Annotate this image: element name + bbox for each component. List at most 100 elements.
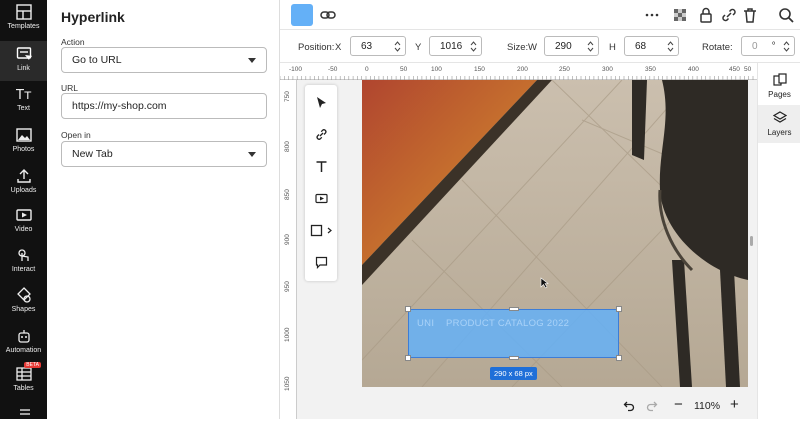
stepper-icon[interactable] (587, 40, 594, 53)
more-options-icon[interactable] (644, 7, 660, 23)
resize-handle-bl[interactable] (405, 355, 411, 361)
undo-icon[interactable] (623, 400, 635, 412)
zoom-in-button[interactable]: + (730, 396, 739, 413)
element-text: UNI PRODUCT CATALOG 2022 (417, 318, 569, 329)
rotate-input[interactable]: 0 ° (741, 36, 795, 56)
templates-icon (15, 4, 32, 20)
pages-icon (772, 73, 787, 86)
resize-handle-bottom[interactable] (509, 356, 519, 360)
transparency-icon[interactable] (672, 7, 688, 23)
open-in-select[interactable]: New Tab (61, 141, 267, 167)
link-icon[interactable] (320, 7, 336, 23)
action-select[interactable]: Go to URL (61, 47, 267, 73)
sidebar-item-uploads[interactable]: Uploads (0, 168, 47, 208)
sidebar-item-templates[interactable]: Templates (0, 4, 47, 44)
pages-button[interactable]: Pages (758, 73, 800, 99)
y-input[interactable]: 1016 (429, 36, 482, 56)
text-tool[interactable] (305, 151, 337, 181)
y-value: 1016 (440, 40, 463, 52)
video-tool[interactable] (305, 183, 337, 213)
position-label: Position: (298, 42, 335, 53)
search-icon[interactable] (778, 7, 794, 23)
comment-tool[interactable] (305, 247, 337, 277)
comment-icon (315, 256, 327, 269)
chevron-right-icon (327, 227, 332, 233)
shape-tool[interactable] (305, 215, 337, 245)
open-in-label: Open in (61, 130, 91, 140)
width-input[interactable]: 290 (544, 36, 599, 56)
ruler-top-label: 250 (559, 66, 570, 73)
lock-icon[interactable] (698, 7, 714, 23)
sidebar-item-more[interactable] (0, 406, 47, 446)
layers-button[interactable]: Layers (758, 105, 800, 143)
canvas-area[interactable]: -100 -50 0 50 100 150 200 250 300 350 40… (280, 63, 757, 419)
link-icon (315, 128, 327, 140)
chevron-down-icon (248, 152, 256, 157)
url-label: URL (61, 83, 79, 93)
zoom-level[interactable]: 110% (694, 400, 720, 412)
top-toolbar (280, 0, 800, 30)
action-value: Go to URL (72, 54, 122, 66)
stepper-icon[interactable] (470, 40, 477, 53)
height-input[interactable]: 68 (624, 36, 679, 56)
uploads-icon (16, 169, 31, 183)
right-sidebar: Pages Layers (757, 63, 800, 419)
sidebar-item-video[interactable]: Video (0, 207, 47, 247)
vertical-scrollbar[interactable] (750, 236, 753, 246)
zoom-bar: − 110% + (610, 393, 757, 419)
photos-icon (15, 128, 32, 142)
w-label: W (528, 42, 537, 53)
position-bar: Position: X 63 Y 1016 Size: W 290 H 68 R… (280, 30, 800, 63)
fill-color-button[interactable] (291, 4, 313, 26)
ruler-top: -100 -50 0 50 100 150 200 250 300 350 40… (280, 63, 757, 80)
open-in-value: New Tab (72, 148, 113, 160)
pages-label: Pages (768, 90, 791, 99)
x-value: 63 (361, 40, 373, 52)
sidebar-item-label: Link (17, 65, 30, 72)
link-tool[interactable] (305, 119, 337, 149)
resize-handle-tl[interactable] (405, 306, 411, 312)
resize-handle-tr[interactable] (616, 306, 622, 312)
ruler-left-label: 800 (284, 141, 291, 152)
ruler-left-label: 900 (284, 234, 291, 245)
sidebar-item-label: Templates (7, 23, 40, 30)
x-label: X (335, 42, 342, 53)
layers-icon (772, 111, 787, 123)
ruler-top-label: 450 (729, 66, 740, 73)
ruler-left: 750 800 850 900 950 1000 1050 (280, 80, 297, 419)
stepper-icon[interactable] (667, 40, 674, 53)
ruler-top-label: 400 (688, 66, 699, 73)
resize-handle-br[interactable] (616, 355, 622, 361)
sidebar-item-label: Photos (12, 146, 35, 153)
video-icon (15, 209, 32, 221)
redo-icon[interactable] (646, 400, 658, 412)
sidebar-item-tables[interactable]: BETA Tables (0, 362, 47, 406)
unlink-icon[interactable] (721, 7, 737, 23)
sidebar-item-label: Shapes (11, 306, 36, 313)
interact-icon (17, 249, 29, 261)
stepper-icon[interactable] (394, 40, 401, 53)
trash-icon[interactable] (742, 7, 758, 23)
resize-handle-top[interactable] (509, 307, 519, 311)
x-input[interactable]: 63 (350, 36, 406, 56)
sidebar-item-link[interactable]: Link (0, 41, 47, 81)
h-label: H (609, 42, 616, 53)
sidebar-item-shapes[interactable]: Shapes (0, 287, 47, 327)
ruler-top-label: -50 (328, 66, 338, 73)
ruler-left-label: 850 (284, 189, 291, 200)
action-label: Action (61, 37, 85, 47)
shapes-icon (16, 287, 31, 303)
ruler-top-label: 50 (744, 66, 752, 73)
ruler-left-label: 950 (284, 281, 291, 292)
url-input[interactable]: https://my-shop.com (61, 93, 267, 119)
sidebar-item-interact[interactable]: Interact (0, 247, 47, 287)
sidebar-item-text[interactable]: Tт Text (0, 86, 47, 126)
selected-link-element[interactable]: UNI PRODUCT CATALOG 2022 (405, 306, 622, 361)
select-tool[interactable] (305, 87, 337, 117)
zoom-out-button[interactable]: − (674, 396, 683, 413)
sidebar-item-photos[interactable]: Photos (0, 127, 47, 167)
stepper-icon[interactable] (783, 40, 790, 53)
chevron-down-icon (248, 58, 256, 63)
size-label: Size: (507, 42, 529, 53)
mouse-cursor-icon (540, 277, 549, 289)
